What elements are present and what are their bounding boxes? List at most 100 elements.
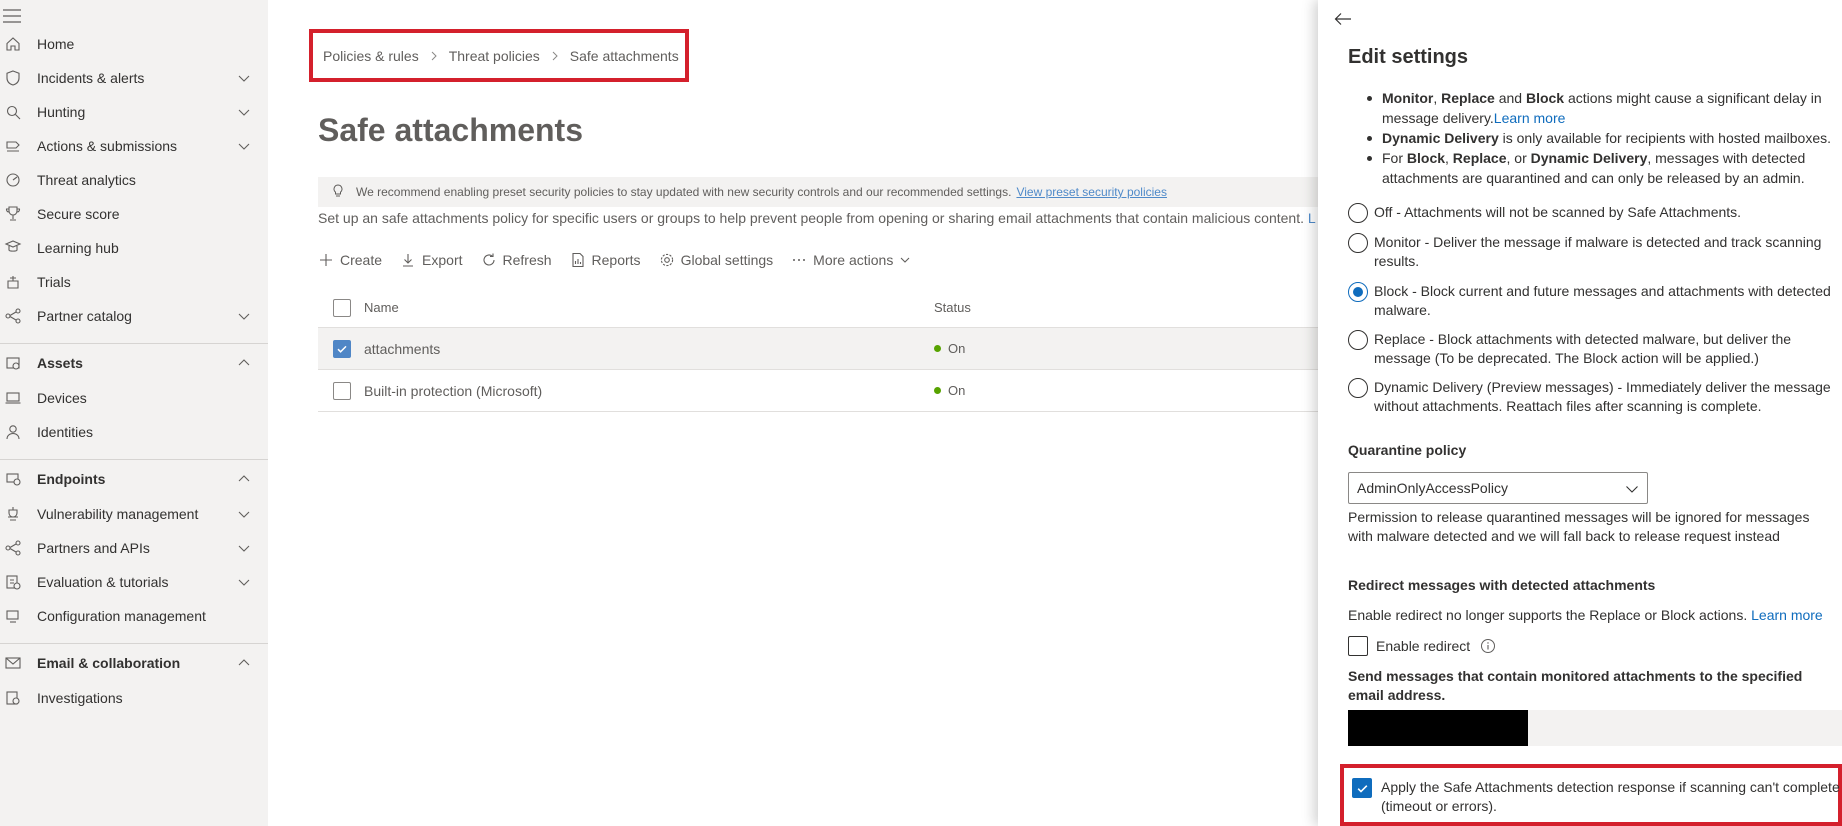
back-button[interactable]	[1332, 8, 1354, 30]
chevron-down-icon[interactable]	[236, 104, 252, 120]
assets-icon	[0, 343, 26, 383]
more-actions-button[interactable]: More actions	[791, 252, 911, 268]
report-icon	[571, 252, 584, 268]
redacted-email-value	[1348, 710, 1528, 746]
enable-redirect-checkbox[interactable]: Enable redirect	[1348, 636, 1496, 656]
chevron-up-icon[interactable]	[236, 655, 252, 671]
radio-monitor[interactable]: Monitor - Deliver the message if malware…	[1348, 233, 1842, 271]
chevron-up-icon[interactable]	[236, 471, 252, 487]
gear-icon	[660, 253, 673, 267]
policy-name[interactable]: Built-in protection (Microsoft)	[364, 383, 542, 399]
lightbulb-icon	[330, 183, 346, 202]
radio-dynamic-delivery[interactable]: Dynamic Delivery (Preview messages) - Im…	[1348, 378, 1842, 416]
sidebar-item-label: Assets	[37, 355, 83, 371]
info-icon[interactable]	[1480, 638, 1496, 654]
chevron-down-icon[interactable]	[236, 70, 252, 86]
sidebar-item-label: Endpoints	[37, 471, 106, 487]
radio-replace[interactable]: Replace - Block attachments with detecte…	[1348, 330, 1842, 368]
checkbox-checked[interactable]	[1352, 778, 1372, 798]
edit-settings-panel: Edit settings Monitor, Replace and Block…	[1318, 0, 1842, 826]
export-button[interactable]: Export	[400, 252, 463, 268]
chevron-down-icon[interactable]	[236, 574, 252, 590]
description-learn-more-link[interactable]: L	[1308, 210, 1316, 226]
radio-block[interactable]: Block - Block current and future message…	[1348, 282, 1842, 320]
sidebar-item-label: Email & collaboration	[37, 655, 181, 671]
page-title: Safe attachments	[318, 112, 583, 148]
sidebar-item-label: Evaluation & tutorials	[37, 574, 169, 590]
redirect-email-input[interactable]	[1348, 710, 1842, 746]
breadcrumb-safe-attachments[interactable]: Safe attachments	[570, 48, 679, 64]
checkmark-icon	[337, 345, 347, 353]
sidebar-item-label: Incidents & alerts	[37, 70, 145, 86]
chevron-down-icon[interactable]	[236, 540, 252, 556]
policies-table: Name Status attachments On Built-in prot…	[318, 288, 1318, 412]
chevron-down-icon[interactable]	[236, 138, 252, 154]
breadcrumb-threat-policies[interactable]: Threat policies	[449, 48, 540, 64]
chevron-right-icon	[427, 49, 441, 63]
chevron-up-icon[interactable]	[236, 355, 252, 371]
breadcrumb-policies-rules[interactable]: Policies & rules	[323, 48, 419, 64]
radio-off[interactable]: Off - Attachments will not be scanned by…	[1348, 203, 1842, 223]
page-description: Set up an safe attachments policy for sp…	[318, 210, 1318, 226]
column-header-status[interactable]: Status	[934, 300, 971, 315]
chevron-down-icon[interactable]	[236, 308, 252, 324]
investigations-icon	[0, 678, 26, 718]
quarantine-policy-label: Quarantine policy	[1348, 442, 1467, 458]
sidebar-item-label: Threat analytics	[37, 172, 136, 188]
chevron-down-icon	[1626, 486, 1638, 493]
chevron-right-icon	[548, 49, 562, 63]
list-item: Monitor, Replace and Block actions might…	[1362, 88, 1842, 128]
mail-icon	[0, 643, 26, 683]
sidebar-item-label: Learning hub	[37, 240, 119, 256]
sidebar-item-identities[interactable]: Identities	[0, 412, 268, 452]
view-preset-policies-link[interactable]: View preset security policies	[1016, 185, 1167, 199]
quarantine-policy-dropdown[interactable]: AdminOnlyAccessPolicy	[1348, 472, 1648, 504]
partner-catalog-icon	[0, 296, 26, 336]
global-settings-button[interactable]: Global settings	[659, 252, 773, 268]
sidebar-item-partner-catalog[interactable]: Partner catalog	[0, 296, 268, 336]
radio-button[interactable]	[1348, 378, 1368, 398]
radio-button[interactable]	[1348, 330, 1368, 350]
checkbox[interactable]	[1348, 636, 1368, 656]
sidebar-item-label: Devices	[37, 390, 87, 406]
policy-name[interactable]: attachments	[364, 341, 440, 357]
redirect-learn-more-link[interactable]: Learn more	[1751, 607, 1823, 623]
command-bar: Create Export Refresh Reports Global set…	[318, 248, 929, 272]
radio-button[interactable]	[1348, 233, 1368, 253]
create-button[interactable]: Create	[318, 252, 382, 268]
hamburger-menu-button[interactable]	[0, 6, 24, 26]
sidebar-item-configuration-management[interactable]: Configuration management	[0, 596, 268, 636]
apply-detection-response-checkbox[interactable]: Apply the Safe Attachments detection res…	[1352, 778, 1841, 816]
checkmark-icon	[1357, 784, 1367, 793]
status-badge: On	[934, 341, 965, 356]
highlighted-apply-setting: Apply the Safe Attachments detection res…	[1340, 764, 1842, 826]
sidebar-item-label: Investigations	[37, 690, 123, 706]
sidebar-item-label: Identities	[37, 424, 94, 440]
table-row[interactable]: attachments On	[318, 328, 1318, 370]
sidebar-item-label: Trials	[37, 274, 71, 290]
breadcrumb: Policies & rules Threat policies Safe at…	[309, 29, 689, 82]
sidebar-item-endpoints[interactable]: Endpoints	[0, 459, 268, 499]
sidebar-item-investigations[interactable]: Investigations	[0, 678, 268, 718]
panel-title: Edit settings	[1348, 46, 1469, 68]
select-all-checkbox[interactable]	[333, 298, 351, 317]
sidebar-item-label: Secure score	[37, 206, 120, 222]
sidebar-item-label: Hunting	[37, 104, 86, 120]
person-icon	[0, 412, 26, 452]
learn-more-link[interactable]: Learn more	[1494, 110, 1566, 126]
hamburger-icon	[3, 9, 21, 23]
row-checkbox[interactable]	[333, 339, 351, 358]
refresh-button[interactable]: Refresh	[481, 252, 552, 268]
sidebar-item-assets[interactable]: Assets	[0, 343, 268, 383]
reports-button[interactable]: Reports	[570, 252, 641, 268]
chevron-down-icon[interactable]	[236, 506, 252, 522]
main-content: Policies & rules Threat policies Safe at…	[268, 0, 1318, 826]
sidebar-item-label: Partners and APIs	[37, 540, 150, 556]
send-messages-label: Send messages that contain monitored att…	[1348, 668, 1803, 703]
sidebar-item-email-and-collaboration[interactable]: Email & collaboration	[0, 643, 268, 683]
radio-button[interactable]	[1348, 203, 1368, 223]
row-checkbox[interactable]	[333, 381, 351, 400]
table-row[interactable]: Built-in protection (Microsoft) On	[318, 370, 1318, 412]
radio-button-selected[interactable]	[1348, 282, 1368, 302]
column-header-name[interactable]: Name	[364, 300, 399, 315]
